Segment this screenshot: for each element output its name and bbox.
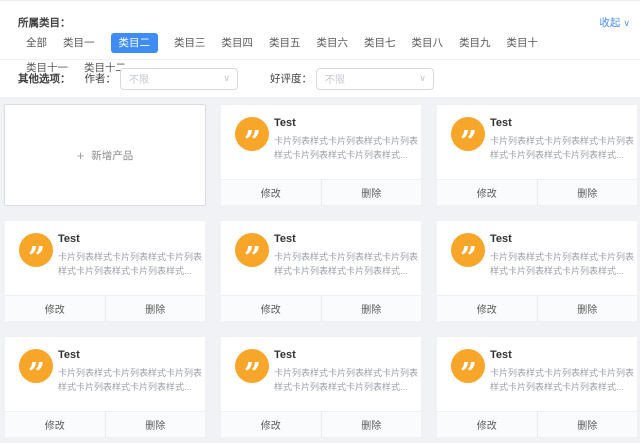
card-title: Test: [58, 233, 80, 245]
add-product-label: 新增产品: [91, 149, 134, 162]
edit-button[interactable]: 修改: [437, 180, 537, 205]
delete-button[interactable]: 删除: [320, 412, 422, 437]
quote-icon: ”: [235, 349, 269, 390]
category-tab[interactable]: 类目十: [507, 33, 539, 53]
filter-panel: 所属类目： 全部 类目一 类目二 类目三 类目四 类目五 类目六 类目七 类目八 类目九 类目十类目十…: [0, 0, 640, 97]
quote-icon: ”: [451, 117, 485, 158]
card-actions: 修改 删除: [5, 295, 205, 321]
card-actions: 修改 删除: [5, 411, 205, 437]
author-select-value: 不限: [129, 75, 149, 86]
author-select[interactable]: 不限 ∨: [120, 67, 238, 90]
delete-button[interactable]: 删除: [320, 180, 422, 205]
card-actions: 修改 删除: [221, 295, 421, 321]
category-tab[interactable]: 类目一: [63, 33, 95, 53]
product-card: ” Test 卡片列表样式卡片列表样式卡片列表样式卡片列表样式卡片列表样式...…: [220, 104, 422, 206]
category-filter-label: 所属类目：: [18, 17, 71, 29]
category-tab[interactable]: 类目九: [459, 33, 491, 53]
edit-button[interactable]: 修改: [437, 296, 537, 321]
product-card: ” Test 卡片列表样式卡片列表样式卡片列表样式卡片列表样式卡片列表样式...…: [4, 336, 206, 438]
plus-icon: +: [76, 147, 85, 163]
quote-icon: ”: [235, 117, 269, 158]
card-title: Test: [274, 233, 296, 245]
chevron-down-icon: ∨: [623, 18, 630, 28]
category-tab[interactable]: 类目八: [412, 33, 444, 53]
delete-button[interactable]: 删除: [104, 296, 206, 321]
card-title: Test: [58, 349, 80, 361]
card-actions: 修改 删除: [437, 411, 637, 437]
edit-button[interactable]: 修改: [221, 296, 321, 321]
category-tab[interactable]: 类目十一: [26, 58, 68, 78]
card-description: 卡片列表样式卡片列表样式卡片列表样式卡片列表样式卡片列表样式...: [490, 368, 635, 392]
product-card: ” Test 卡片列表样式卡片列表样式卡片列表样式卡片列表样式卡片列表样式...…: [220, 336, 422, 438]
category-tab[interactable]: 全部: [26, 33, 47, 53]
rating-select[interactable]: 不限 ∨: [316, 67, 434, 90]
card-actions: 修改 删除: [221, 179, 421, 205]
edit-button[interactable]: 修改: [437, 412, 537, 437]
rating-select-value: 不限: [325, 75, 345, 86]
card-title: Test: [490, 233, 512, 245]
chevron-down-icon: ∨: [419, 72, 426, 83]
delete-button[interactable]: 删除: [320, 296, 422, 321]
product-card: ” Test 卡片列表样式卡片列表样式卡片列表样式卡片列表样式卡片列表样式...…: [220, 220, 422, 322]
card-description: 卡片列表样式卡片列表样式卡片列表样式卡片列表样式卡片列表样式...: [58, 368, 203, 392]
quote-icon: ”: [235, 233, 269, 274]
delete-button[interactable]: 删除: [536, 412, 638, 437]
quote-icon: ”: [19, 349, 53, 390]
delete-button[interactable]: 删除: [536, 180, 638, 205]
card-description: 卡片列表样式卡片列表样式卡片列表样式卡片列表样式卡片列表样式...: [274, 252, 419, 276]
card-actions: 修改 删除: [437, 179, 637, 205]
card-actions: 修改 删除: [437, 295, 637, 321]
add-product-card[interactable]: + 新增产品: [4, 104, 206, 206]
edit-button[interactable]: 修改: [221, 412, 321, 437]
delete-button[interactable]: 删除: [104, 412, 206, 437]
category-tab-list: 全部 类目一 类目二 类目三 类目四 类目五 类目六 类目七 类目八 类目九 类目十 类目十一 类目十二: [26, 33, 548, 78]
card-description: 卡片列表样式卡片列表样式卡片列表样式卡片列表样式卡片列表样式...: [58, 252, 203, 276]
card-description: 卡片列表样式卡片列表样式卡片列表样式卡片列表样式卡片列表样式...: [274, 368, 419, 392]
quote-icon: ”: [451, 349, 485, 390]
card-actions: 修改 删除: [221, 411, 421, 437]
category-tab[interactable]: 类目五: [269, 33, 301, 53]
card-title: Test: [274, 349, 296, 361]
card-description: 卡片列表样式卡片列表样式卡片列表样式卡片列表样式卡片列表样式...: [490, 136, 635, 160]
card-grid: + 新增产品 ” Test 卡片列表样式卡片列表样式卡片列表样式卡片列表样式卡片…: [4, 104, 640, 438]
category-tab[interactable]: 类目三: [174, 33, 206, 53]
product-card: ” Test 卡片列表样式卡片列表样式卡片列表样式卡片列表样式卡片列表样式...…: [436, 336, 638, 438]
card-title: Test: [490, 117, 512, 129]
product-card: ” Test 卡片列表样式卡片列表样式卡片列表样式卡片列表样式卡片列表样式...…: [436, 104, 638, 206]
product-card: ” Test 卡片列表样式卡片列表样式卡片列表样式卡片列表样式卡片列表样式...…: [4, 220, 206, 322]
edit-button[interactable]: 修改: [5, 296, 105, 321]
delete-button[interactable]: 删除: [536, 296, 638, 321]
category-tab-selected[interactable]: 类目二: [110, 33, 158, 53]
quote-icon: ”: [19, 233, 53, 274]
card-description: 卡片列表样式卡片列表样式卡片列表样式卡片列表样式卡片列表样式...: [490, 252, 635, 276]
category-tab[interactable]: 类目七: [364, 33, 396, 53]
category-tab[interactable]: 类目六: [317, 33, 349, 53]
category-tab[interactable]: 类目四: [222, 33, 254, 53]
edit-button[interactable]: 修改: [5, 412, 105, 437]
card-title: Test: [490, 349, 512, 361]
edit-button[interactable]: 修改: [221, 180, 321, 205]
category-filter-row: 所属类目： 全部 类目一 类目二 类目三 类目四 类目五 类目六 类目七 类目八 类目九 类目十 类目十…: [0, 1, 640, 74]
collapse-toggle[interactable]: 收起 ∨: [599, 15, 630, 30]
card-title: Test: [274, 117, 296, 129]
card-description: 卡片列表样式卡片列表样式卡片列表样式卡片列表样式卡片列表样式...: [274, 136, 419, 160]
chevron-down-icon: ∨: [223, 72, 230, 83]
quote-icon: ”: [451, 233, 485, 274]
product-card: ” Test 卡片列表样式卡片列表样式卡片列表样式卡片列表样式卡片列表样式...…: [436, 220, 638, 322]
collapse-label: 收起: [599, 17, 621, 29]
